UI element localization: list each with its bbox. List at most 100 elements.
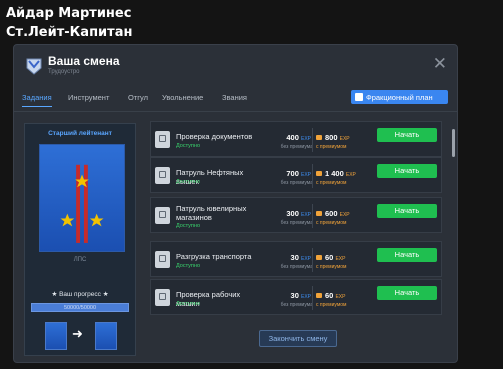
next-rank-icon — [95, 322, 117, 350]
player-info: Айдар Мартинес Ст.Лейт-Капитан — [6, 4, 132, 42]
exp-note: без премиума — [280, 264, 313, 270]
premium-icon — [316, 211, 322, 216]
exp-amount: 30 — [290, 291, 299, 300]
premium-unit: EXP — [335, 256, 346, 262]
exp-unit: EXP — [300, 136, 311, 142]
exp-amount: 400 — [286, 133, 299, 142]
start-button[interactable]: Начать — [377, 248, 437, 262]
progress-bar: 50000/50000 — [31, 303, 129, 312]
scrollbar[interactable] — [452, 129, 455, 157]
exp-unit: EXP — [300, 212, 311, 218]
exp-amount: 700 — [286, 169, 299, 178]
premium-amount: 60 — [325, 253, 334, 262]
task-row: Разгрузка транспорта Доступно 30 EXP без пр… — [150, 241, 442, 277]
oil-tower-icon — [155, 167, 170, 184]
start-button[interactable]: Начать — [377, 204, 437, 218]
document-check-icon — [155, 131, 170, 148]
plan-icon — [355, 93, 363, 101]
premium-note: с премиумом — [316, 302, 347, 308]
task-name: Разгрузка транспорта — [176, 252, 252, 261]
premium-value: 600 EXP — [316, 209, 350, 218]
divider — [14, 111, 457, 112]
exp-unit: EXP — [300, 256, 311, 262]
exp-unit: EXP — [300, 294, 311, 300]
premium-icon — [316, 255, 322, 260]
premium-unit: EXP — [345, 172, 356, 178]
profile-panel: Старший лейтенант ЛПС ★ Ваш прогресс ★ 5… — [24, 123, 136, 356]
player-name: Айдар Мартинес — [6, 6, 132, 21]
tab-ranks[interactable]: Звания — [222, 93, 247, 106]
car-icon — [155, 289, 170, 306]
start-button[interactable]: Начать — [377, 286, 437, 300]
task-status: Доступно — [176, 143, 201, 149]
diamond-icon — [155, 207, 170, 224]
exp-note: без премиума — [280, 302, 313, 308]
modal-title: Ваша смена — [48, 54, 120, 68]
task-row: Проверка документов Доступно 400 EXP без пр… — [150, 121, 442, 157]
premium-amount: 60 — [325, 291, 334, 300]
exp-unit: EXP — [300, 172, 311, 178]
task-status: Доступно — [176, 179, 201, 185]
premium-amount: 600 — [325, 209, 338, 218]
modal-header: Ваша смена Трудоустро ✕ — [14, 45, 457, 83]
exp-note: без премиума — [280, 180, 313, 186]
premium-icon — [316, 135, 322, 140]
exp-value: 700 EXP — [269, 169, 311, 178]
progress-text: 50000/50000 — [63, 305, 97, 311]
premium-note: с премиумом — [316, 220, 347, 226]
premium-note: с премиумом — [316, 180, 347, 186]
current-rank-icon — [45, 322, 67, 350]
task-status: Доступно — [176, 301, 201, 307]
task-name: Проверка документов — [176, 132, 253, 141]
premium-amount: 1 400 — [325, 169, 344, 178]
premium-unit: EXP — [339, 136, 350, 142]
premium-unit: EXP — [339, 212, 350, 218]
tab-dayoff[interactable]: Отгул — [128, 93, 148, 106]
premium-note: с премиумом — [316, 264, 347, 270]
exp-note: без премиума — [280, 220, 313, 226]
tab-tools[interactable]: Инструмент — [68, 93, 109, 106]
exp-amount: 30 — [290, 253, 299, 262]
exp-value: 300 EXP — [269, 209, 311, 218]
divider — [312, 204, 313, 228]
divider — [312, 286, 313, 310]
task-row: Патруль ювелирных магазинов Доступно 300 E… — [150, 197, 442, 233]
premium-value: 800 EXP — [316, 133, 350, 142]
forklift-icon — [155, 251, 170, 268]
premium-amount: 800 — [325, 133, 338, 142]
finish-shift-button[interactable]: Закончить смену — [259, 330, 337, 347]
divider — [312, 248, 313, 272]
progress-label: ★ Ваш прогресс ★ — [51, 291, 109, 298]
tab-tasks[interactable]: Задания — [22, 93, 52, 107]
start-button[interactable]: Начать — [377, 164, 437, 178]
divider — [312, 164, 313, 188]
exp-value: 30 EXP — [269, 291, 311, 300]
rank-title: Старший лейтенант — [48, 130, 112, 137]
modal-subtitle: Трудоустро — [48, 69, 80, 75]
task-status: Доступно — [176, 263, 201, 269]
premium-value: 1 400 EXP — [316, 169, 356, 178]
premium-value: 60 EXP — [316, 291, 345, 300]
divider — [312, 128, 313, 152]
exp-value: 30 EXP — [269, 253, 311, 262]
premium-note: с премиумом — [316, 144, 347, 150]
shoulder-strap-icon — [39, 144, 125, 252]
premium-value: 60 EXP — [316, 253, 345, 262]
faction-plan-label: Фракционный план — [366, 92, 433, 102]
premium-icon — [316, 171, 322, 176]
start-button[interactable]: Начать — [377, 128, 437, 142]
task-status: Доступно — [176, 223, 201, 229]
task-name: Патруль ювелирных магазинов — [176, 204, 247, 222]
exp-value: 400 EXP — [269, 133, 311, 142]
premium-icon — [316, 293, 322, 298]
faction-plan-button[interactable]: Фракционный план — [351, 90, 448, 104]
org-label: ЛПС — [73, 257, 87, 263]
tab-dismissal[interactable]: Увольнение — [162, 93, 203, 106]
exp-amount: 300 — [286, 209, 299, 218]
police-logo-icon — [26, 58, 42, 75]
close-icon[interactable]: ✕ — [433, 55, 447, 72]
shift-modal: Ваша смена Трудоустро ✕ Задания Инструме… — [13, 44, 458, 363]
premium-unit: EXP — [335, 294, 346, 300]
arrow-right-icon: ➜ — [72, 326, 83, 341]
task-list: Проверка документов Доступно 400 EXP без пр… — [150, 119, 450, 325]
